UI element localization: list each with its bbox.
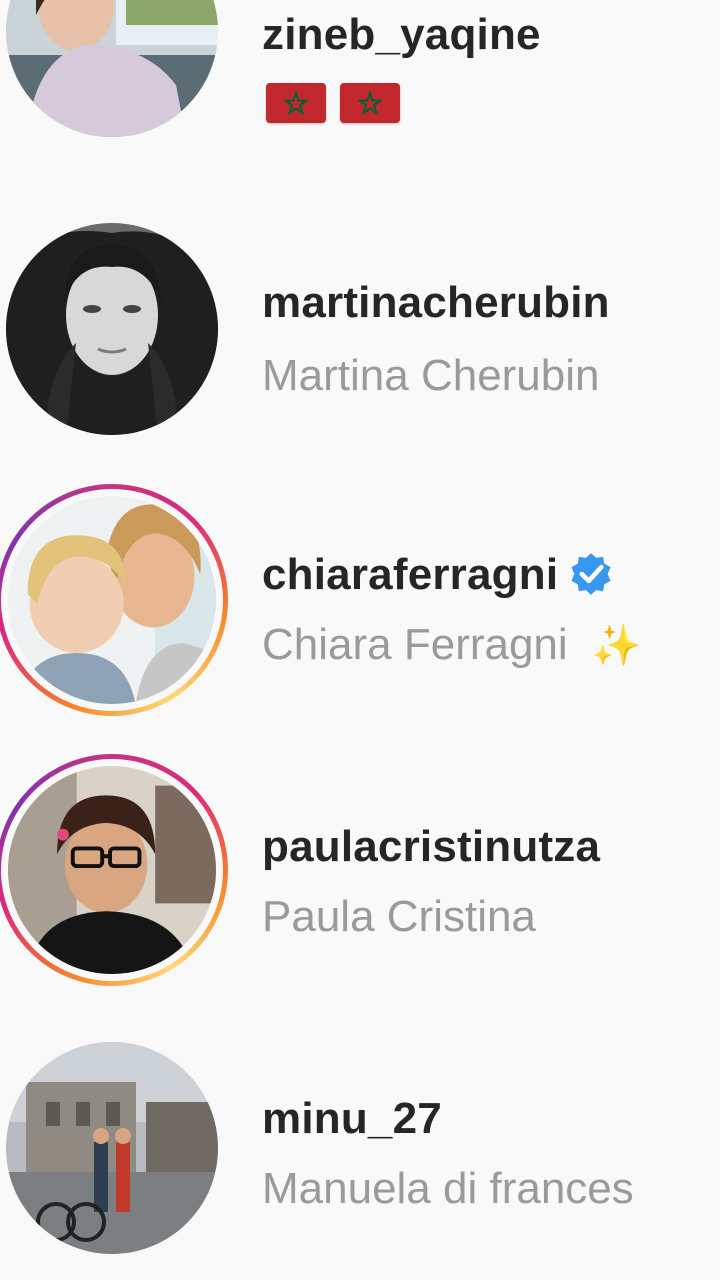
avatar-image xyxy=(6,0,218,137)
list-item[interactable]: martinacherubin Martina Cherubin xyxy=(0,223,720,453)
sparkles-icon: ✨ xyxy=(591,624,642,668)
list-item[interactable]: minu_27 Manuela di frances xyxy=(0,1042,720,1272)
username[interactable]: chiaraferragni xyxy=(262,550,614,600)
list-item[interactable]: chiaraferragni Chiara Ferragni ✨ xyxy=(0,484,720,722)
full-name: Paula Cristina xyxy=(262,892,536,941)
avatar-story-ring[interactable] xyxy=(0,484,228,716)
avatar-image xyxy=(8,766,216,974)
avatar-image xyxy=(6,1042,218,1254)
full-name: Chiara Ferragni ✨ xyxy=(262,620,642,670)
username[interactable]: minu_27 xyxy=(262,1094,442,1144)
list-item[interactable]: zineb_yaqine xyxy=(0,0,720,155)
full-name: Martina Cherubin xyxy=(262,351,600,400)
avatar[interactable] xyxy=(6,0,218,137)
avatar-story-ring[interactable] xyxy=(0,754,228,986)
list-item[interactable]: paulacristinutza Paula Cristina xyxy=(0,754,720,992)
full-name-text: Chiara Ferragni xyxy=(262,620,568,669)
avatar[interactable] xyxy=(6,223,218,435)
verified-badge-icon xyxy=(571,553,611,595)
account-list: zineb_yaqine martinacherubin Martina Che… xyxy=(0,0,720,1280)
avatar[interactable] xyxy=(6,1042,218,1254)
full-name: Manuela di frances xyxy=(262,1164,634,1213)
avatar-image xyxy=(8,496,216,704)
avatar-image xyxy=(6,223,218,435)
morocco-flag-icon xyxy=(266,83,326,123)
bio-emoji xyxy=(266,83,400,123)
username[interactable]: zineb_yaqine xyxy=(262,10,541,60)
username[interactable]: paulacristinutza xyxy=(262,822,600,872)
username[interactable]: martinacherubin xyxy=(262,278,610,328)
morocco-flag-icon xyxy=(340,83,400,123)
username-text: chiaraferragni xyxy=(262,550,559,599)
